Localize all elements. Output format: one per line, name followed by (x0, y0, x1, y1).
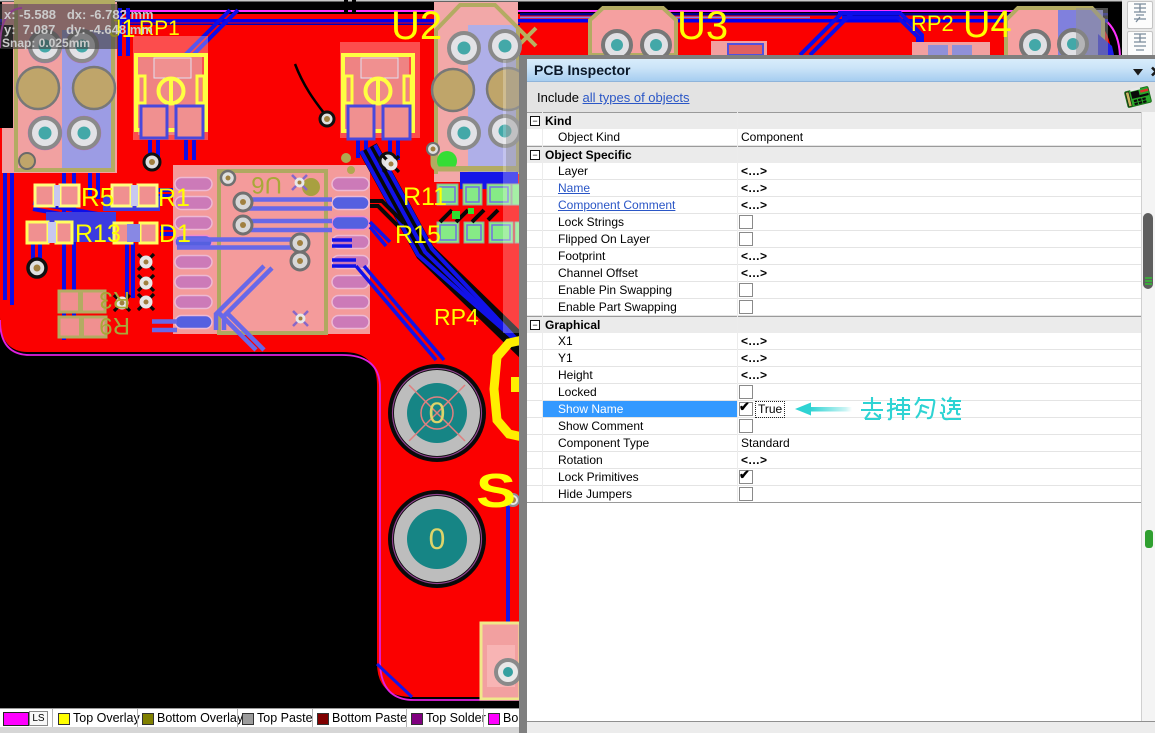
svg-text:R3: R3 (99, 286, 130, 313)
svg-text:R9: R9 (99, 312, 130, 339)
svg-text:R11: R11 (403, 183, 447, 211)
svg-text:U2: U2 (391, 4, 442, 48)
svg-text:S: S (476, 464, 516, 518)
svg-text:R1: R1 (158, 184, 190, 212)
svg-text:R5: R5 (81, 182, 114, 212)
svg-text:0: 0 (429, 523, 446, 556)
svg-text:U6: U6 (251, 171, 282, 198)
svg-text:R15: R15 (395, 221, 441, 249)
svg-text:R13: R13 (75, 220, 121, 248)
svg-text:RP4: RP4 (434, 304, 479, 330)
svg-text:U3: U3 (677, 4, 728, 48)
svg-text:D1: D1 (159, 220, 191, 248)
svg-text:0: 0 (429, 397, 446, 430)
svg-text:U4: U4 (963, 4, 1012, 46)
svg-text:RP2: RP2 (911, 11, 954, 36)
